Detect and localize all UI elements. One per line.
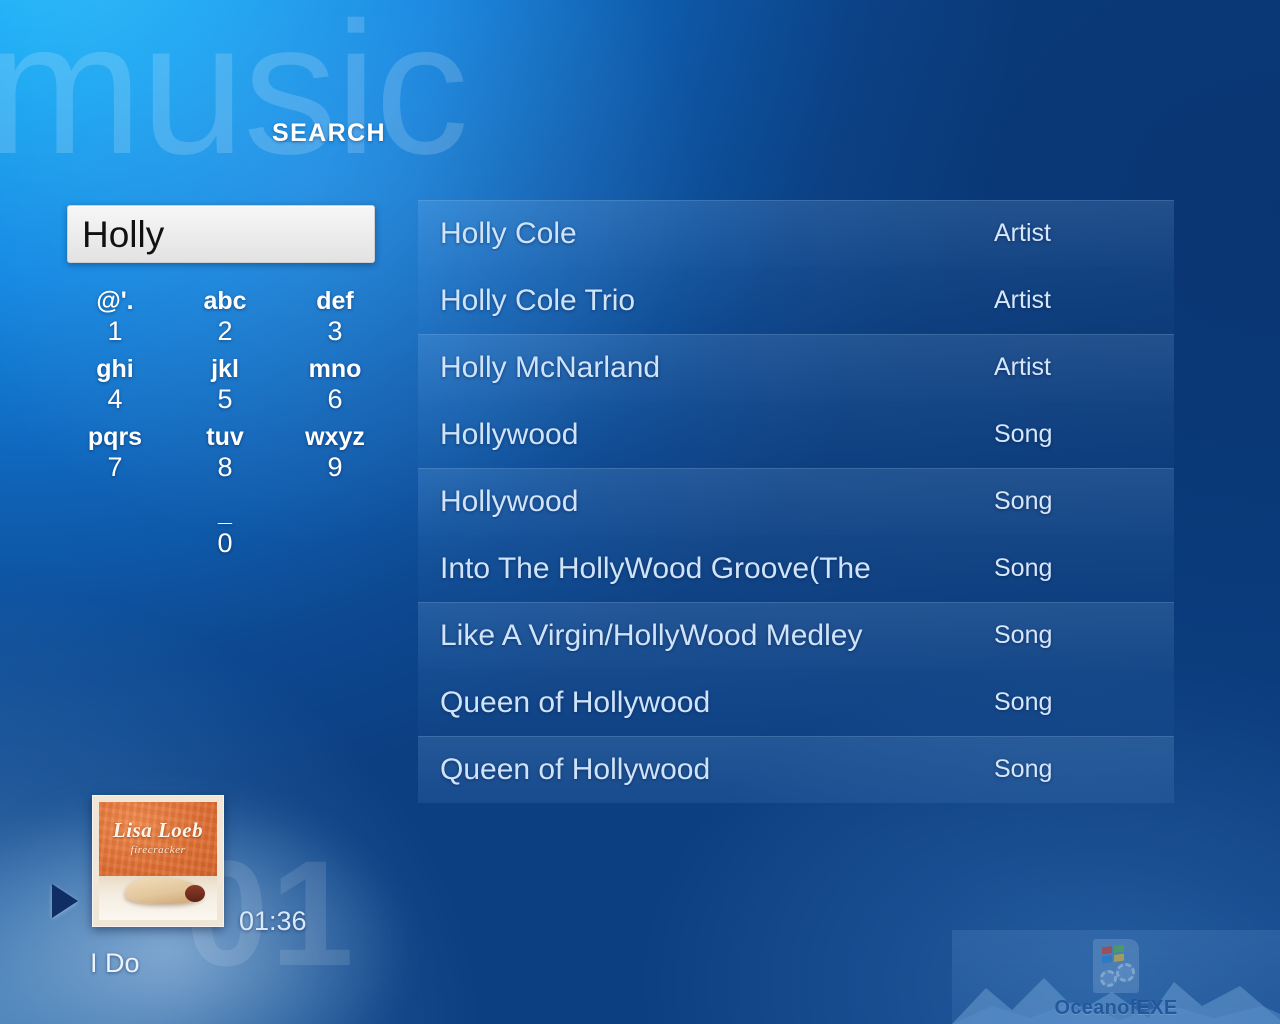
album-art-inner: Lisa Loeb firecracker — [99, 802, 217, 920]
result-kind: Artist — [994, 286, 1051, 314]
numeric-keypad: @'. 1 abc 2 def 3 ghi 4 jkl 5 mno 6 pqrs… — [60, 286, 390, 566]
gear-icon — [1116, 963, 1135, 982]
key-4-digit: 4 — [107, 383, 123, 414]
album-art-album: firecracker — [130, 844, 186, 856]
play-icon[interactable] — [52, 884, 78, 918]
key-7-letters: pqrs — [87, 423, 143, 452]
result-kind: Song — [994, 487, 1053, 515]
key-9-letters: wxyz — [305, 423, 365, 452]
key-3-letters: def — [316, 287, 354, 315]
result-row[interactable]: Holly McNarland Artist — [418, 334, 1174, 401]
result-row[interactable]: Queen of Hollywood Song — [418, 736, 1174, 803]
key-8[interactable]: tuv 8 — [170, 422, 280, 490]
watermark-label: OceanofEXE — [1054, 997, 1178, 1019]
key-7-digit: 7 — [107, 451, 123, 482]
key-8-digit: 8 — [217, 451, 233, 482]
search-input-value: Holly — [82, 213, 165, 255]
keypad-row: ghi 4 jkl 5 mno 6 — [60, 354, 390, 422]
key-0[interactable]: _ 0 — [170, 498, 280, 566]
album-art[interactable]: Lisa Loeb firecracker — [92, 795, 224, 927]
key-3[interactable]: def 3 — [280, 286, 390, 354]
page-title: SEARCH — [272, 119, 386, 147]
result-row[interactable]: Holly Cole Trio Artist — [418, 267, 1174, 334]
result-title: Holly Cole — [440, 216, 577, 250]
album-art-artist: Lisa Loeb — [112, 818, 204, 842]
result-kind: Artist — [994, 219, 1051, 247]
search-input[interactable]: Holly — [67, 205, 375, 263]
windows-logo-icon — [1102, 944, 1124, 964]
key-0-digit: 0 — [217, 527, 233, 558]
key-6-digit: 6 — [327, 383, 343, 414]
key-5-letters: jkl — [211, 355, 239, 384]
result-title: Queen of Hollywood — [440, 752, 711, 786]
keypad-row: pqrs 7 tuv 8 wxyz 9 — [60, 422, 390, 490]
result-kind: Song — [994, 755, 1053, 783]
key-1-digit: 1 — [107, 315, 123, 346]
key-4[interactable]: ghi 4 — [60, 354, 170, 422]
result-row[interactable]: Into The HollyWood Groove(The Song — [418, 535, 1174, 602]
key-7[interactable]: pqrs 7 — [60, 422, 170, 490]
result-row[interactable]: Hollywood Song — [418, 468, 1174, 535]
track-title: I Do — [90, 948, 140, 978]
result-kind: Song — [994, 688, 1053, 716]
result-kind: Song — [994, 420, 1053, 448]
result-title: Hollywood — [440, 484, 579, 518]
result-title: Holly Cole Trio — [440, 283, 636, 317]
elapsed-time: 01:36 — [239, 906, 307, 936]
key-2-digit: 2 — [217, 315, 233, 346]
key-2[interactable]: abc 2 — [170, 286, 280, 354]
result-kind: Artist — [994, 353, 1051, 381]
key-9[interactable]: wxyz 9 — [280, 422, 390, 490]
result-title: Like A Virgin/HollyWood Medley — [440, 618, 863, 652]
key-1-letters: @'. — [96, 287, 134, 315]
keypad-row: @'. 1 abc 2 def 3 — [60, 286, 390, 354]
album-art-figure-head — [185, 885, 205, 902]
result-title: Hollywood — [440, 417, 579, 451]
key-0-letters: _ — [218, 499, 232, 528]
result-title: Into The HollyWood Groove(The — [440, 551, 871, 585]
keypad-row: _ 0 — [60, 498, 390, 566]
site-watermark: OceanofEXE — [952, 930, 1280, 1024]
result-row[interactable]: Like A Virgin/HollyWood Medley Song — [418, 602, 1174, 669]
key-8-letters: tuv — [206, 423, 244, 452]
windows-gear-icon — [1093, 939, 1139, 993]
result-row[interactable]: Holly Cole Artist — [418, 200, 1174, 267]
result-kind: Song — [994, 621, 1053, 649]
search-results-list: Holly Cole Artist Holly Cole Trio Artist… — [418, 200, 1174, 805]
key-5[interactable]: jkl 5 — [170, 354, 280, 422]
key-2-letters: abc — [203, 287, 247, 315]
section-watermark: music — [0, 0, 469, 193]
result-row[interactable]: Hollywood Song — [418, 401, 1174, 468]
key-3-digit: 3 — [327, 315, 343, 346]
key-1[interactable]: @'. 1 — [60, 286, 170, 354]
result-kind: Song — [994, 554, 1053, 582]
key-4-letters: ghi — [96, 355, 134, 384]
result-title: Holly McNarland — [440, 350, 661, 384]
key-6-letters: mno — [308, 355, 362, 384]
result-title: Queen of Hollywood — [440, 685, 711, 719]
key-5-digit: 5 — [217, 383, 233, 414]
result-row[interactable]: Queen of Hollywood Song — [418, 669, 1174, 736]
key-6[interactable]: mno 6 — [280, 354, 390, 422]
key-9-digit: 9 — [327, 451, 343, 482]
gear-icon — [1100, 970, 1117, 987]
